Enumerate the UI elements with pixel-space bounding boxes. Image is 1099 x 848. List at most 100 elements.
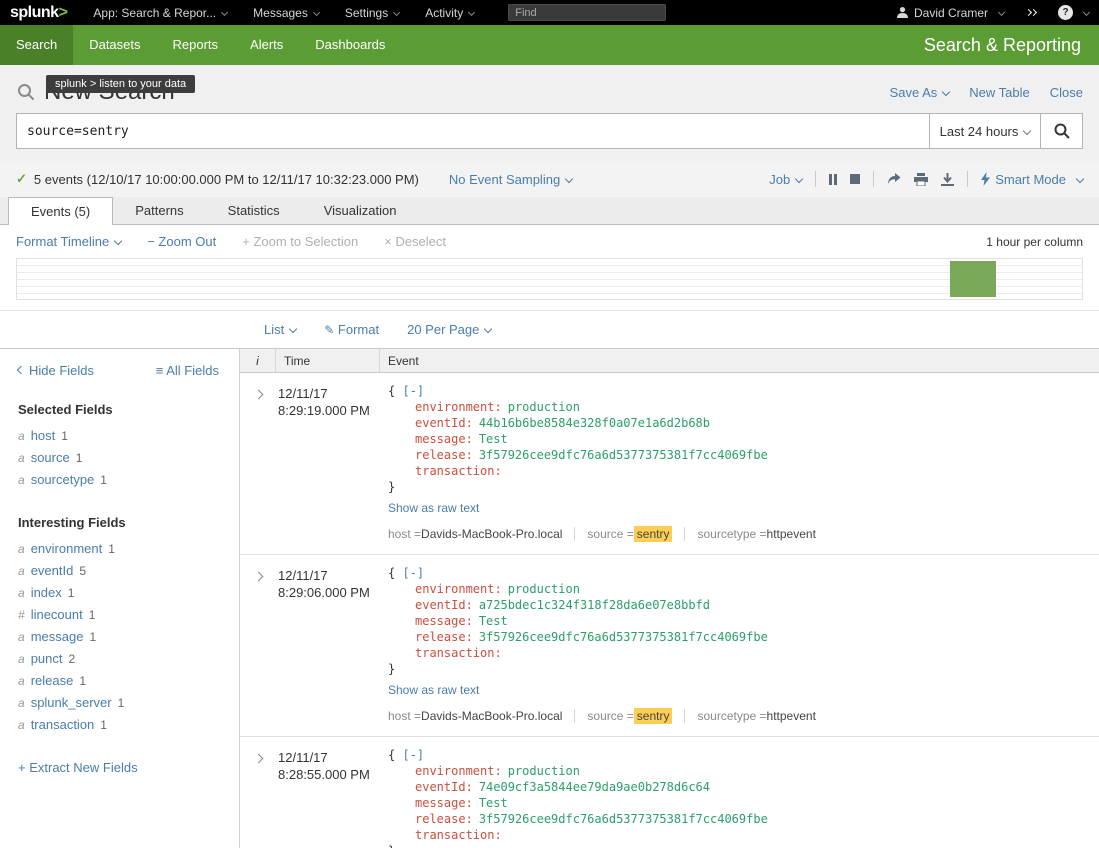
sourcetype-value[interactable]: httpevent xyxy=(767,709,816,723)
appbar-tab-alerts[interactable]: Alerts xyxy=(234,25,299,65)
json-value[interactable]: 3f57926cee9dfc76a6d5377375381f7cc4069fbe xyxy=(479,630,768,644)
host-value[interactable]: Davids-MacBook-Pro.local xyxy=(421,527,562,541)
per-page-menu[interactable]: 20 Per Page xyxy=(407,322,491,337)
field-link[interactable]: index xyxy=(31,585,62,600)
field-link[interactable]: splunk_server xyxy=(31,695,112,710)
json-value[interactable]: 3f57926cee9dfc76a6d5377375381f7cc4069fbe xyxy=(479,812,768,826)
json-key: eventId xyxy=(415,780,473,794)
help-menu[interactable]: ? xyxy=(1058,5,1089,20)
appbar-tab-reports[interactable]: Reports xyxy=(157,25,235,65)
job-menu[interactable]: Job xyxy=(769,172,802,187)
field-item[interactable]: asplunk_server1 xyxy=(18,692,219,714)
json-value[interactable]: 3f57926cee9dfc76a6d5377375381f7cc4069fbe xyxy=(479,448,768,462)
field-count: 1 xyxy=(79,674,86,688)
json-value[interactable]: Test xyxy=(479,796,508,810)
field-link[interactable]: release xyxy=(31,673,74,688)
timeline-chart[interactable] xyxy=(16,258,1083,300)
settings-menu[interactable]: Settings xyxy=(345,6,399,20)
expand-event-chevron-icon[interactable] xyxy=(253,754,263,764)
search-query-input[interactable] xyxy=(16,113,929,149)
double-chevron-icon[interactable] xyxy=(1026,5,1036,20)
format-timeline-menu[interactable]: Format Timeline xyxy=(16,234,121,249)
host-value[interactable]: Davids-MacBook-Pro.local xyxy=(421,709,562,723)
hide-fields-button[interactable]: Hide Fields xyxy=(18,363,94,378)
time-range-picker[interactable]: Last 24 hours xyxy=(929,113,1041,149)
json-value[interactable]: Test xyxy=(479,614,508,628)
field-link[interactable]: eventId xyxy=(31,563,74,578)
json-value[interactable]: 44b16b6be8584e328f0a07e1a6d2b68b xyxy=(479,416,710,430)
field-item[interactable]: atransaction1 xyxy=(18,714,219,736)
json-value[interactable]: 74e09cf3a5844ee79da9ae0b278d6c64 xyxy=(479,780,710,794)
tab-patterns[interactable]: Patterns xyxy=(113,197,205,224)
pencil-icon: ✎ xyxy=(324,323,334,337)
field-link[interactable]: linecount xyxy=(31,607,83,622)
splunk-logo[interactable]: splunk> xyxy=(10,4,67,22)
json-value[interactable]: a725bdec1c324f318f28da6e07e8bbfd xyxy=(479,598,710,612)
field-item[interactable]: ahost1 xyxy=(18,425,219,447)
field-item[interactable]: asourcetype1 xyxy=(18,469,219,491)
print-icon[interactable] xyxy=(914,173,928,186)
json-value[interactable]: Test xyxy=(479,432,508,446)
json-value[interactable]: production xyxy=(508,400,580,414)
zoom-out-button[interactable]: − Zoom Out xyxy=(147,234,216,249)
field-link[interactable]: sourcetype xyxy=(31,472,95,487)
divider xyxy=(967,171,968,187)
field-item[interactable]: apunct2 xyxy=(18,648,219,670)
event-sampling-menu[interactable]: No Event Sampling xyxy=(449,172,572,187)
source-value-highlighted[interactable]: sentry xyxy=(634,708,673,724)
tab-statistics[interactable]: Statistics xyxy=(206,197,302,224)
collapse-json-link[interactable]: [-] xyxy=(402,566,424,580)
json-value[interactable]: production xyxy=(508,764,580,778)
sourcetype-value[interactable]: httpevent xyxy=(767,527,816,541)
messages-menu[interactable]: Messages xyxy=(253,6,319,20)
deselect-button[interactable]: × Deselect xyxy=(384,234,446,249)
extract-new-fields-link[interactable]: + Extract New Fields xyxy=(18,760,138,775)
field-link[interactable]: environment xyxy=(31,541,103,556)
tab-visualization[interactable]: Visualization xyxy=(302,197,419,224)
stop-job-icon[interactable] xyxy=(850,174,860,184)
expand-event-chevron-icon[interactable] xyxy=(253,572,263,582)
field-link[interactable]: source xyxy=(31,450,70,465)
activity-menu[interactable]: Activity xyxy=(425,6,474,20)
export-icon[interactable] xyxy=(941,173,954,186)
new-table-button[interactable]: New Table xyxy=(969,85,1029,100)
list-view-menu[interactable]: List xyxy=(264,322,296,337)
app-menu[interactable]: App: Search & Repor... xyxy=(93,6,227,20)
run-search-button[interactable] xyxy=(1041,113,1083,149)
field-item[interactable]: aenvironment1 xyxy=(18,538,219,560)
search-mode-menu[interactable]: Smart Mode xyxy=(981,172,1083,187)
zoom-to-selection-button[interactable]: + Zoom to Selection xyxy=(242,234,358,249)
field-link[interactable]: punct xyxy=(31,651,63,666)
field-link[interactable]: host xyxy=(31,428,56,443)
field-link[interactable]: message xyxy=(31,629,84,644)
appbar-tab-datasets[interactable]: Datasets xyxy=(73,25,156,65)
appbar-tab-dashboards[interactable]: Dashboards xyxy=(299,25,401,65)
appbar-tab-search[interactable]: Search xyxy=(0,25,73,65)
source-value-highlighted[interactable]: sentry xyxy=(634,526,673,542)
collapse-json-link[interactable]: [-] xyxy=(402,384,424,398)
tab-events[interactable]: Events (5) xyxy=(8,197,113,225)
column-header-info: i xyxy=(240,349,276,372)
pause-job-icon[interactable] xyxy=(829,174,832,185)
topbar-right: David Cramer ? xyxy=(874,5,1089,20)
expand-event-chevron-icon[interactable] xyxy=(253,390,263,400)
collapse-json-link[interactable]: [-] xyxy=(402,748,424,762)
share-icon[interactable] xyxy=(887,173,901,185)
field-item[interactable]: #linecount1 xyxy=(18,604,219,626)
close-button[interactable]: Close xyxy=(1050,85,1083,100)
field-item[interactable]: aindex1 xyxy=(18,582,219,604)
show-raw-text-link[interactable]: Show as raw text xyxy=(388,501,479,515)
save-as-button[interactable]: Save As xyxy=(890,85,950,100)
user-menu[interactable]: David Cramer xyxy=(896,6,1004,20)
field-item[interactable]: asource1 xyxy=(18,447,219,469)
field-item[interactable]: amessage1 xyxy=(18,626,219,648)
field-link[interactable]: transaction xyxy=(31,717,95,732)
field-item[interactable]: aeventId5 xyxy=(18,560,219,582)
timeline-bar[interactable] xyxy=(950,261,996,297)
find-input[interactable] xyxy=(508,4,666,21)
show-raw-text-link[interactable]: Show as raw text xyxy=(388,683,479,697)
field-item[interactable]: arelease1 xyxy=(18,670,219,692)
format-menu[interactable]: ✎ Format xyxy=(324,322,379,337)
all-fields-button[interactable]: ≡ All Fields xyxy=(156,363,219,378)
json-value[interactable]: production xyxy=(508,582,580,596)
